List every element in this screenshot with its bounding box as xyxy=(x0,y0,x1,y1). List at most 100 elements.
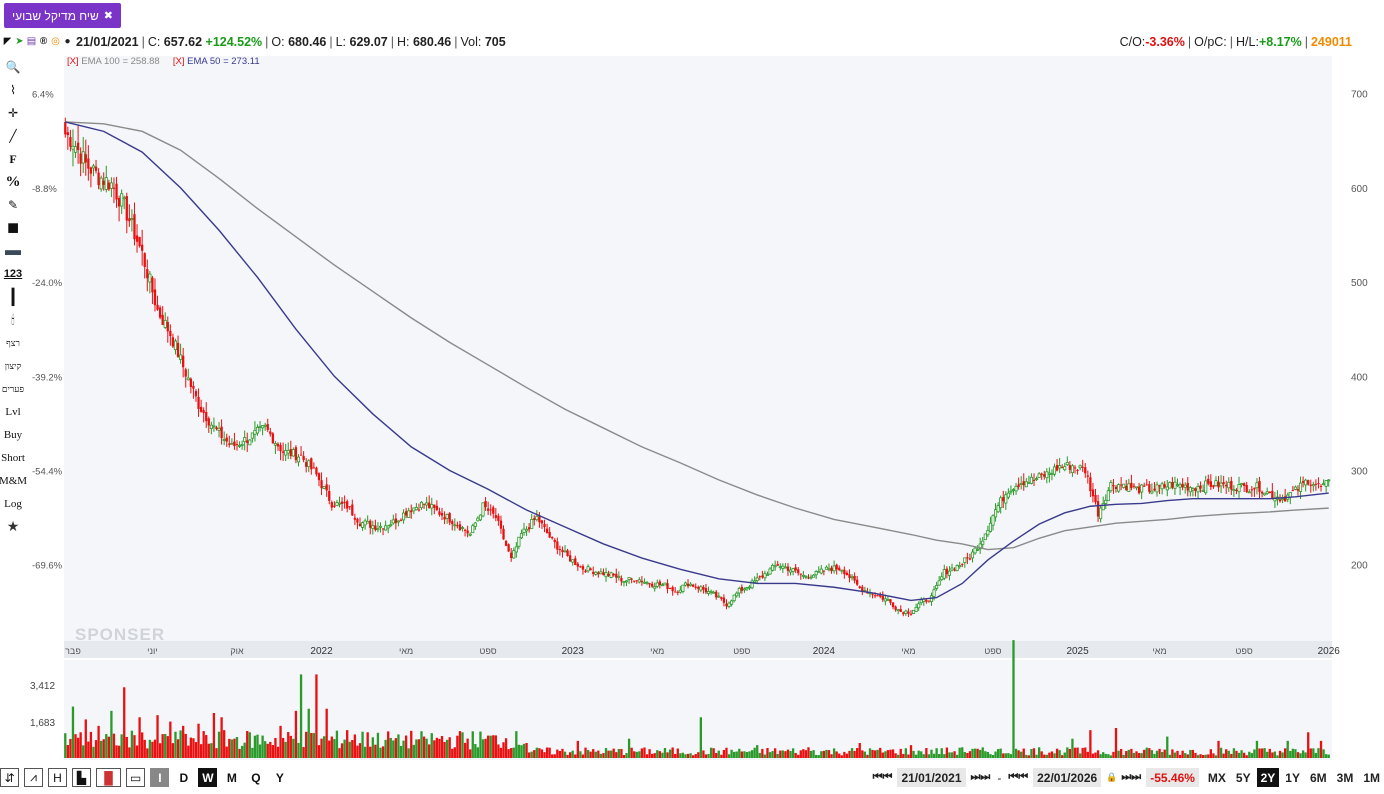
volume-bar xyxy=(225,746,228,758)
area-icon[interactable]: ▙ xyxy=(72,768,91,787)
volume-bar xyxy=(986,751,990,758)
range-mx[interactable]: MX xyxy=(1204,768,1230,787)
volume-bar xyxy=(950,752,954,758)
volume-bar xyxy=(620,748,623,758)
candle-body xyxy=(391,519,395,524)
candle-body xyxy=(627,577,631,580)
volume-bar xyxy=(125,736,128,758)
volume-bar xyxy=(914,754,918,758)
volume-bar xyxy=(574,754,577,758)
candle-body xyxy=(169,330,172,337)
candle-body xyxy=(1194,488,1197,491)
range-2y[interactable]: 2Y xyxy=(1256,768,1280,787)
interval-daily[interactable]: D xyxy=(174,768,193,787)
nav-back-icon-2[interactable]: ⏮⏮ xyxy=(1008,771,1028,784)
sort-icon[interactable]: ⇵ xyxy=(0,768,19,787)
range-1m[interactable]: 1M xyxy=(1359,768,1384,787)
candle-body xyxy=(1132,485,1136,487)
candle-body xyxy=(1222,482,1225,485)
volume-bar xyxy=(445,739,449,758)
hlc-bars-icon[interactable]: H xyxy=(48,768,67,787)
volume-bar xyxy=(761,748,764,758)
volume-bar xyxy=(804,750,808,758)
volume-bar xyxy=(1189,749,1192,758)
candles-icon[interactable]: ▐▌ xyxy=(96,768,122,787)
interval-weekly[interactable]: W xyxy=(198,768,218,787)
candle-body xyxy=(624,580,629,583)
volume-bar xyxy=(812,750,815,758)
volume-bar xyxy=(1155,750,1159,758)
volume-bar xyxy=(830,754,833,758)
range-1y[interactable]: 1Y xyxy=(1281,768,1304,787)
candle-body xyxy=(222,439,226,441)
volume-bar xyxy=(930,749,933,758)
candle-body xyxy=(917,603,921,609)
volume-bar xyxy=(1314,752,1318,758)
candle-body xyxy=(369,520,372,528)
candle-body xyxy=(1212,485,1215,488)
range-3m[interactable]: 3M xyxy=(1333,768,1358,787)
range-5y[interactable]: 5Y xyxy=(1232,768,1255,787)
volume-bar xyxy=(692,755,695,758)
nav-forward-icon[interactable]: ⏭⏭ xyxy=(971,771,991,784)
candle-body xyxy=(358,523,362,527)
interval-yearly[interactable]: Y xyxy=(270,768,289,787)
candle-body xyxy=(1119,484,1123,486)
save-icon[interactable]: ▭ xyxy=(126,768,146,787)
volume-bar xyxy=(1273,751,1277,758)
y-axis-right-tick: 500 xyxy=(1351,278,1368,289)
volume-bar xyxy=(130,730,134,758)
candle-body xyxy=(732,594,736,602)
volume-bar xyxy=(1163,749,1166,758)
nav-forward-icon-2[interactable]: ⏭⏭ xyxy=(1121,771,1141,784)
candle-body xyxy=(1011,489,1016,491)
candle-body xyxy=(689,583,693,586)
volume-bar xyxy=(348,741,351,758)
candle-body xyxy=(1004,494,1008,504)
volume-bar xyxy=(720,754,723,758)
volume-bar xyxy=(671,747,674,758)
x-axis-tick: ספט xyxy=(733,646,750,656)
candle-body xyxy=(428,502,431,508)
volume-bar xyxy=(210,743,213,758)
candle-body xyxy=(663,582,667,586)
volume-bar xyxy=(850,748,854,758)
candle-body xyxy=(914,606,918,612)
from-date[interactable]: 21/01/2021 xyxy=(897,768,966,787)
to-date[interactable]: 22/01/2026 xyxy=(1033,768,1102,787)
candle-body xyxy=(112,187,116,189)
interval-separator[interactable]: I xyxy=(150,768,170,787)
volume-bar xyxy=(633,751,636,758)
volume-bar xyxy=(402,740,405,758)
volume-bar xyxy=(84,719,87,758)
line-chart-icon[interactable]: ⩘ xyxy=(24,768,43,787)
interval-quarterly[interactable]: Q xyxy=(246,768,265,787)
candle-body xyxy=(1045,471,1049,479)
volume-bar xyxy=(881,752,884,758)
candle-body xyxy=(717,595,721,598)
volume-bar xyxy=(258,744,262,758)
nav-back-icon[interactable]: ⏮⏮ xyxy=(873,771,893,784)
candle-body xyxy=(448,513,451,523)
volume-bar xyxy=(648,749,651,758)
price-chart[interactable]: 700 600 500 400 300 200 6.4% -8.8% -24.0% -39.2% -… xyxy=(0,0,1384,794)
interval-monthly[interactable]: M xyxy=(222,768,241,787)
volume-bar xyxy=(581,754,585,758)
volume-bar xyxy=(289,735,292,758)
remove-ema50-button[interactable]: [X] xyxy=(173,56,185,67)
candle-body xyxy=(840,569,844,572)
candle-body xyxy=(645,582,649,584)
candle-body xyxy=(822,570,826,572)
volume-bar xyxy=(879,747,882,758)
candle-body xyxy=(697,586,700,589)
volume-bar xyxy=(789,751,792,758)
remove-ema100-button[interactable]: [X] xyxy=(67,56,79,67)
range-6m[interactable]: 6M xyxy=(1306,768,1331,787)
volume-bar xyxy=(1045,754,1048,758)
candle-body xyxy=(771,565,775,571)
volume-bar xyxy=(504,738,508,758)
lock-icon[interactable]: 🔒 xyxy=(1106,772,1117,783)
candle-body xyxy=(328,491,331,501)
candle-body xyxy=(205,412,208,422)
volume-bar xyxy=(617,748,620,758)
